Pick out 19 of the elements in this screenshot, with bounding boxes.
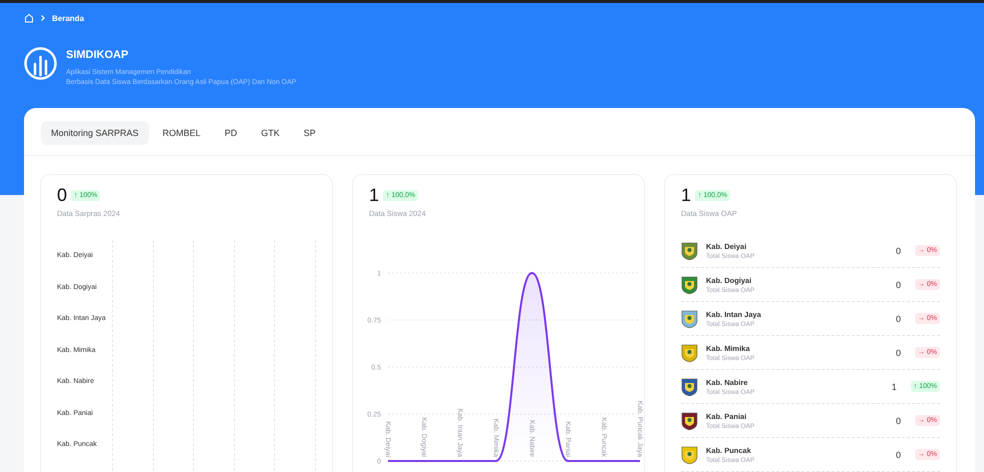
tab[interactable]: PD xyxy=(214,121,248,145)
region-count: 0 xyxy=(896,450,901,460)
tab[interactable]: SP xyxy=(294,121,326,145)
region-count: 0 xyxy=(896,246,901,256)
app-title: SIMDIKOAP xyxy=(66,49,130,61)
tab[interactable]: Monitoring SARPRAS xyxy=(41,121,149,145)
chart-logo-icon xyxy=(24,47,57,80)
region-count: 0 xyxy=(896,314,901,324)
region-count: 0 xyxy=(896,280,901,290)
stat-value: 1 xyxy=(369,185,380,206)
tab[interactable]: GTK xyxy=(251,121,290,145)
home-icon[interactable] xyxy=(24,13,34,23)
region-count: 1 xyxy=(892,382,897,392)
stat-value: 0 xyxy=(57,185,68,206)
region-count: 0 xyxy=(896,348,901,358)
tab[interactable]: ROMBEL xyxy=(152,121,211,145)
stat-value: 1 xyxy=(681,185,692,206)
region-count: 0 xyxy=(896,416,901,426)
breadcrumb-link[interactable]: Beranda xyxy=(52,14,84,22)
